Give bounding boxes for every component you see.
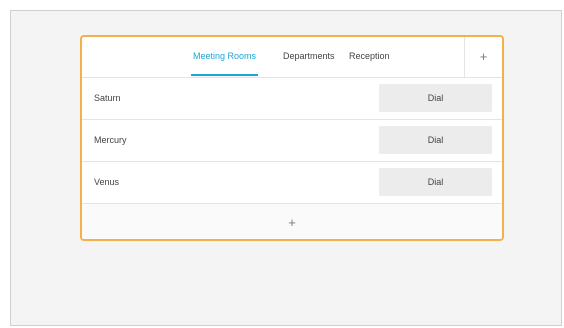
screen-background: Meeting Rooms Departments Reception + Sa… [10, 10, 562, 326]
add-tab-button[interactable]: + [464, 37, 502, 77]
add-entry-button[interactable]: + [82, 204, 502, 239]
dial-button[interactable]: Dial [379, 84, 492, 112]
plus-icon: + [288, 215, 296, 230]
contact-name: Venus [94, 177, 120, 187]
tab-meeting-rooms[interactable]: Meeting Rooms [190, 37, 259, 76]
tab-bar: Meeting Rooms Departments Reception + [82, 37, 502, 78]
dial-button[interactable]: Dial [379, 126, 492, 154]
speed-dial-panel: Meeting Rooms Departments Reception + Sa… [80, 35, 504, 241]
contact-name: Mercury [94, 135, 127, 145]
list-item: Venus Dial [82, 162, 502, 204]
list-item: Saturn Dial [82, 78, 502, 120]
list-item: Mercury Dial [82, 120, 502, 162]
contact-name: Saturn [94, 93, 121, 103]
dial-button[interactable]: Dial [379, 168, 492, 196]
tab-reception[interactable]: Reception [349, 37, 390, 75]
tab-departments[interactable]: Departments [283, 37, 335, 75]
plus-icon: + [479, 49, 488, 64]
